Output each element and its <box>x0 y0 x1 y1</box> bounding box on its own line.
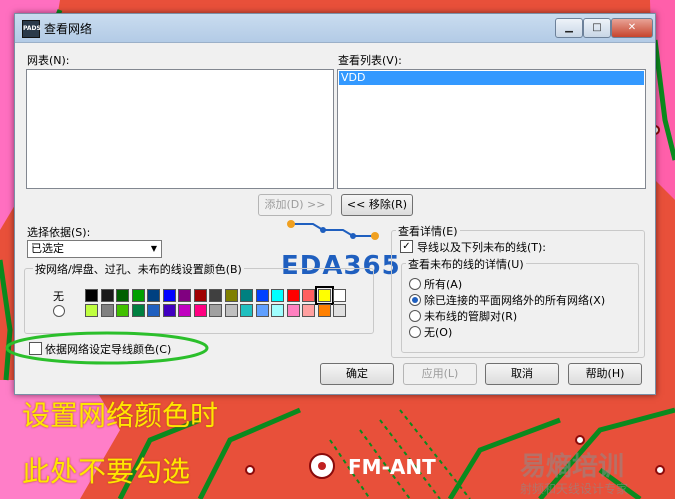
color-swatch[interactable] <box>255 304 269 317</box>
pcb-label-fm-ant: FM-ANT <box>348 455 436 479</box>
radio-except-plane-label: 除已连接的平面网络外的所有网络(X) <box>424 294 606 307</box>
unrouted-details-title: 查看未布的线的详情(U) <box>406 256 526 272</box>
maximize-icon: □ <box>592 22 602 33</box>
watermark-title: 易熵培训 <box>520 452 625 482</box>
nets-label: 网表(N): <box>27 54 70 67</box>
minimize-button[interactable]: ▁ <box>555 18 583 38</box>
close-icon: ✕ <box>627 22 637 33</box>
radio-all-label: 所有(A) <box>424 278 463 291</box>
color-swatch[interactable] <box>193 289 207 302</box>
color-swatch[interactable] <box>209 304 222 317</box>
color-swatch[interactable] <box>240 304 253 317</box>
color-swatch[interactable] <box>255 289 269 302</box>
color-swatch[interactable] <box>333 304 346 317</box>
window-title: 查看网络 <box>44 22 93 36</box>
color-swatch[interactable] <box>131 304 145 317</box>
select-by-label: 选择依据(S): <box>27 226 91 239</box>
view-list-item-vdd[interactable]: VDD <box>339 71 644 85</box>
color-swatch[interactable] <box>131 289 145 302</box>
remove-button[interactable]: << 移除(R) <box>341 194 413 216</box>
color-swatch[interactable] <box>100 289 114 302</box>
ok-button[interactable]: 确定 <box>320 363 394 385</box>
view-list-label: 查看列表(V): <box>338 54 402 67</box>
minimize-icon: ▁ <box>565 22 573 33</box>
color-swatch[interactable] <box>116 289 129 302</box>
apply-button[interactable]: 应用(L) <box>403 363 477 385</box>
color-swatch[interactable] <box>178 304 191 317</box>
add-button[interactable]: 添加(D) >> <box>258 194 332 216</box>
nets-listbox[interactable] <box>26 69 334 189</box>
color-swatch[interactable] <box>162 304 176 317</box>
color-swatch[interactable] <box>240 289 253 302</box>
color-group-title: 按网络/焊盘、过孔、未布的线设置颜色(B) <box>33 261 244 277</box>
annotation-line-1: 设置网络颜色时 <box>22 399 219 432</box>
color-swatch[interactable] <box>85 304 98 317</box>
radio-all[interactable] <box>409 278 421 290</box>
select-by-dropdown[interactable]: 已选定 ▼ <box>27 240 162 258</box>
watermark-subtitle: 射频和天线设计专家 <box>520 482 629 496</box>
radio-except-plane[interactable] <box>409 294 421 306</box>
color-swatch[interactable] <box>271 289 284 302</box>
color-swatch[interactable] <box>147 289 160 302</box>
eda365-logo-graphic <box>287 220 379 240</box>
annotation-line-2: 此处不要勾选 <box>22 455 191 488</box>
color-swatch[interactable] <box>193 304 207 317</box>
show-unrouted-checkbox[interactable]: ✓ <box>400 240 413 253</box>
chevron-down-icon: ▼ <box>150 244 158 253</box>
color-swatch[interactable] <box>333 289 346 302</box>
color-swatch[interactable] <box>209 289 222 302</box>
cancel-button[interactable]: 取消 <box>485 363 559 385</box>
no-color-label: 无 <box>53 290 64 303</box>
highlight-ellipse <box>5 331 209 365</box>
color-swatch[interactable] <box>286 289 300 302</box>
color-swatch[interactable] <box>162 289 176 302</box>
color-swatch[interactable] <box>302 304 315 317</box>
select-by-value: 已选定 <box>31 242 64 255</box>
app-icon: PADS <box>22 20 41 38</box>
color-swatch[interactable] <box>224 289 238 302</box>
color-swatch[interactable] <box>317 304 331 317</box>
color-swatch[interactable] <box>116 304 129 317</box>
color-swatch[interactable] <box>224 304 238 317</box>
color-swatch[interactable] <box>271 304 284 317</box>
details-group-title: 查看详情(E) <box>396 223 460 239</box>
color-swatch[interactable] <box>100 304 114 317</box>
color-swatch[interactable] <box>286 304 300 317</box>
color-swatch[interactable] <box>302 289 315 302</box>
radio-unrouted-pins[interactable] <box>409 310 421 322</box>
help-button[interactable]: 帮助(H) <box>568 363 642 385</box>
title-bar[interactable]: PADS 查看网络 ▁ □ ✕ <box>15 14 655 43</box>
color-swatch[interactable] <box>147 304 160 317</box>
close-button[interactable]: ✕ <box>611 18 653 38</box>
color-swatch[interactable] <box>178 289 191 302</box>
no-color-radio[interactable] <box>53 305 65 317</box>
radio-unrouted-pins-label: 未布线的管脚对(R) <box>424 310 518 323</box>
view-listbox[interactable]: VDD <box>337 69 646 189</box>
maximize-button[interactable]: □ <box>583 18 611 38</box>
color-swatch[interactable] <box>85 289 98 302</box>
radio-none[interactable] <box>409 326 421 338</box>
show-unrouted-label: 导线以及下列未布的线(T): <box>417 241 547 254</box>
radio-none-label: 无(O) <box>424 326 453 339</box>
color-swatch[interactable] <box>314 286 334 305</box>
